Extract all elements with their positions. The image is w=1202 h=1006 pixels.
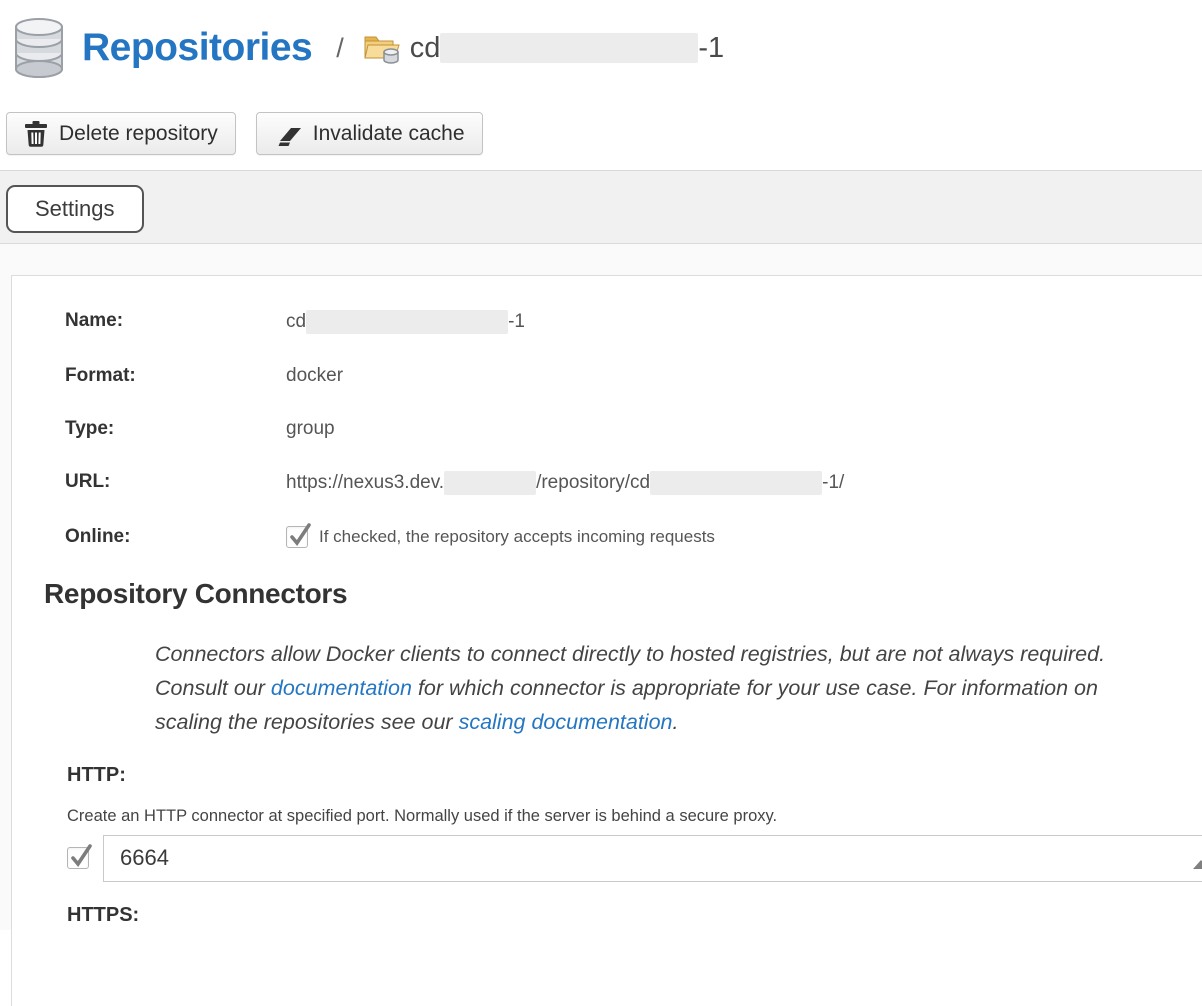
folder-repository-icon: [364, 32, 400, 64]
settings-panel: Name: cd -1 Format: docker Type: group U…: [11, 275, 1202, 1006]
scaling-documentation-link[interactable]: scaling documentation: [459, 710, 673, 734]
online-label: Online:: [65, 526, 286, 548]
breadcrumb-separator: /: [336, 33, 344, 64]
online-value: If checked, the repository accepts incom…: [286, 526, 715, 548]
intro-text-2: for which connector is appropriate for: [412, 676, 778, 700]
http-enabled-checkbox[interactable]: [67, 847, 89, 869]
url-value-suffix: -1/: [822, 472, 844, 494]
form-row-format: Format: docker: [65, 365, 1202, 387]
toolbar: Delete repository Invalidate cache: [0, 112, 1202, 155]
page-title-repositories-link[interactable]: Repositories: [82, 26, 312, 70]
http-port-field: [103, 835, 1202, 882]
redacted-url-repo: [650, 471, 822, 495]
tab-bar: Settings: [0, 170, 1202, 244]
form-row-url: URL: https://nexus3.dev. /repository/cd …: [65, 471, 1202, 495]
name-value: cd -1: [286, 310, 525, 334]
http-help-text: Create an HTTP connector at specified po…: [67, 807, 1202, 826]
format-label: Format:: [65, 365, 286, 387]
repo-name-prefix: cd: [410, 32, 441, 65]
intro-text-3: .: [673, 710, 679, 734]
tab-settings[interactable]: Settings: [6, 185, 144, 233]
format-value: docker: [286, 365, 343, 387]
url-value: https://nexus3.dev. /repository/cd -1/: [286, 471, 844, 495]
breadcrumb-repo-name: cd -1: [410, 32, 724, 65]
form-row-name: Name: cd -1: [65, 310, 1202, 334]
name-label: Name:: [65, 310, 286, 332]
name-value-prefix: cd: [286, 311, 306, 333]
trash-icon: [24, 121, 48, 147]
invalidate-cache-label: Invalidate cache: [313, 122, 465, 146]
online-help-text: If checked, the repository accepts incom…: [319, 527, 715, 547]
name-value-suffix: -1: [508, 311, 525, 333]
online-checkbox[interactable]: [286, 526, 308, 548]
connectors-intro: Connectors allow Docker clients to conne…: [155, 638, 1115, 740]
redacted-url-host: [444, 471, 536, 495]
http-label: HTTP:: [67, 764, 1202, 787]
type-value: group: [286, 418, 335, 440]
delete-repository-button[interactable]: Delete repository: [6, 112, 236, 155]
url-value-prefix: https://nexus3.dev.: [286, 472, 444, 494]
number-stepper[interactable]: [1193, 843, 1202, 874]
redacted-repo-name: [440, 33, 698, 63]
repository-connectors-heading: Repository Connectors: [44, 578, 1202, 610]
form-row-online: Online: If checked, the repository accep…: [65, 526, 1202, 548]
form-row-type: Type: group: [65, 418, 1202, 440]
url-label: URL:: [65, 471, 286, 493]
page-header: Repositories / cd -1: [0, 0, 1202, 84]
redacted-name-value: [306, 310, 508, 334]
content-area: Name: cd -1 Format: docker Type: group U…: [0, 244, 1202, 930]
url-value-mid: /repository/cd: [536, 472, 650, 494]
http-port-row: [67, 835, 1202, 882]
stepper-up-icon[interactable]: [1193, 843, 1202, 869]
checkmark-icon: [70, 842, 94, 868]
documentation-link[interactable]: documentation: [271, 676, 412, 700]
repo-name-suffix: -1: [698, 32, 724, 65]
eraser-icon: [274, 121, 302, 147]
type-label: Type:: [65, 418, 286, 440]
invalidate-cache-button[interactable]: Invalidate cache: [256, 112, 483, 155]
https-label: HTTPS:: [67, 904, 1202, 927]
delete-repository-label: Delete repository: [59, 122, 218, 146]
checkmark-icon: [289, 521, 313, 547]
http-port-input[interactable]: [103, 835, 1202, 882]
database-icon: [12, 17, 66, 79]
